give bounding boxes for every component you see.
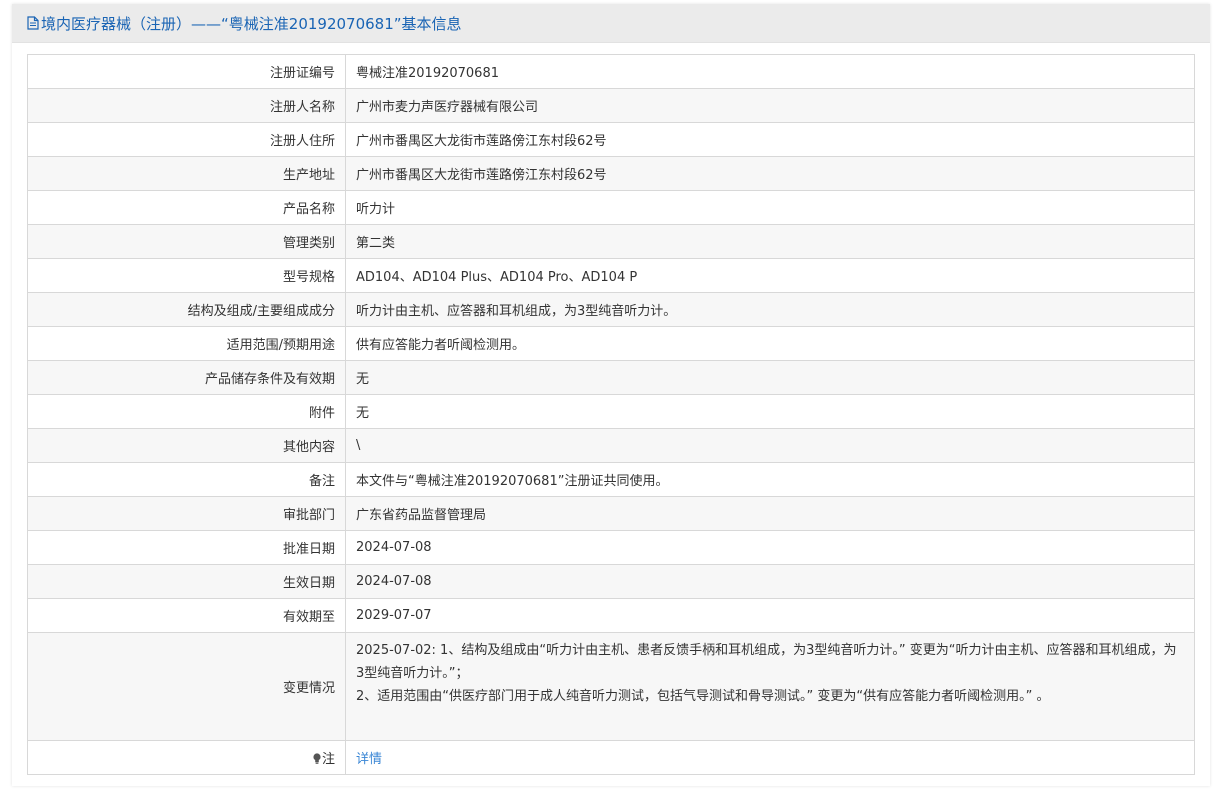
row-value: 2024-07-08: [345, 564, 1195, 599]
row-value: 广东省药品监督管理局: [345, 496, 1195, 531]
row-value: 广州市番禺区大龙街市莲路傍江东村段62号: [345, 156, 1195, 191]
change-value: 2025-07-02: 1、结构及组成由“听力计由主机、患者反馈手柄和耳机组成，…: [345, 632, 1195, 741]
row-value: 广州市番禺区大龙街市莲路傍江东村段62号: [345, 122, 1195, 157]
row-label: 备注: [27, 462, 346, 497]
row-value: 2024-07-08: [345, 530, 1195, 565]
change-label: 变更情况: [27, 632, 346, 741]
change-line-2: 2、适用范围由“供医疗部门用于成人纯音听力测试，包括气导测试和骨导测试。” 变更…: [356, 689, 1050, 704]
table-row: 产品储存条件及有效期无: [27, 360, 1195, 395]
note-label: 注: [321, 752, 335, 767]
row-label: 注册证编号: [27, 54, 346, 89]
table-row: 结构及组成/主要组成成分 听力计由主机、应答器和耳机组成，为3型纯音听力计。: [27, 292, 1195, 327]
row-label: 型号规格: [27, 258, 346, 293]
row-label: 适用范围/预期用途: [27, 326, 346, 361]
info-panel: 境内医疗器械（注册）——“粤械注准20192070681”基本信息 注册证编号粤…: [12, 4, 1210, 786]
table-row: 批准日期 2024-07-08: [27, 530, 1195, 565]
row-value: 无: [345, 360, 1195, 395]
details-link[interactable]: 详情: [356, 752, 382, 767]
row-label: 管理类别: [27, 224, 346, 259]
table-row: 生产地址 广州市番禺区大龙街市莲路傍江东村段62号: [27, 156, 1195, 191]
row-label: 生效日期: [27, 564, 346, 599]
panel-header: 境内医疗器械（注册）——“粤械注准20192070681”基本信息: [12, 4, 1210, 43]
row-value: 广州市麦力声医疗器械有限公司: [345, 88, 1195, 123]
table-row: 注册人住所 广州市番禺区大龙街市莲路傍江东村段62号: [27, 122, 1195, 157]
note-label-cell: 注: [27, 740, 346, 775]
row-value: 无: [345, 394, 1195, 429]
table-row: 产品名称 听力计: [27, 190, 1195, 225]
lightbulb-icon: [312, 753, 322, 764]
page-title: 境内医疗器械（注册）——“粤械注准20192070681”基本信息: [41, 14, 462, 33]
row-label: 审批部门: [27, 496, 346, 531]
note-row: 注 详情: [27, 740, 1195, 775]
table-row: 其他内容 \: [27, 428, 1195, 463]
row-value: 供有应答能力者听阈检测用。: [345, 326, 1195, 361]
row-label: 其他内容: [27, 428, 346, 463]
table-row: 管理类别 第二类: [27, 224, 1195, 259]
row-value: AD104、AD104 Plus、AD104 Pro、AD104 P: [345, 258, 1195, 293]
row-label: 批准日期: [27, 530, 346, 565]
row-value: \: [345, 428, 1195, 463]
table-row: 生效日期 2024-07-08: [27, 564, 1195, 599]
note-value: 详情: [345, 740, 1195, 775]
row-label: 注册人名称: [27, 88, 346, 123]
row-label: 生产地址: [27, 156, 346, 191]
row-label: 有效期至: [27, 598, 346, 633]
row-value: 本文件与“粤械注准20192070681”注册证共同使用。: [345, 462, 1195, 497]
table-row: 适用范围/预期用途 供有应答能力者听阈检测用。: [27, 326, 1195, 361]
table-row: 型号规格 AD104、AD104 Plus、AD104 Pro、AD104 P: [27, 258, 1195, 293]
info-table: 注册证编号 粤械注准20192070681 注册人名称 广州市麦力声医疗器械有限公司…: [27, 54, 1195, 775]
row-value: 听力计: [345, 190, 1195, 225]
document-icon: [27, 16, 39, 30]
table-row: 附件无: [27, 394, 1195, 429]
row-label: 产品储存条件及有效期: [27, 360, 346, 395]
row-value: 听力计由主机、应答器和耳机组成，为3型纯音听力计。: [345, 292, 1195, 327]
row-value: 2029-07-07: [345, 598, 1195, 633]
change-row: 变更情况 2025-07-02: 1、结构及组成由“听力计由主机、患者反馈手柄和…: [27, 632, 1195, 741]
table-row: 有效期至 2029-07-07: [27, 598, 1195, 633]
table-row: 注册证编号 粤械注准20192070681: [27, 54, 1195, 89]
row-value: 粤械注准20192070681: [345, 54, 1195, 89]
row-label: 产品名称: [27, 190, 346, 225]
change-line-1: 2025-07-02: 1、结构及组成由“听力计由主机、患者反馈手柄和耳机组成，…: [356, 643, 1177, 681]
row-label: 附件: [27, 394, 346, 429]
table-row: 审批部门 广东省药品监督管理局: [27, 496, 1195, 531]
row-label: 注册人住所: [27, 122, 346, 157]
row-label: 结构及组成/主要组成成分: [27, 292, 346, 327]
row-value: 第二类: [345, 224, 1195, 259]
table-row: 备注 本文件与“粤械注准20192070681”注册证共同使用。: [27, 462, 1195, 497]
table-row: 注册人名称 广州市麦力声医疗器械有限公司: [27, 88, 1195, 123]
